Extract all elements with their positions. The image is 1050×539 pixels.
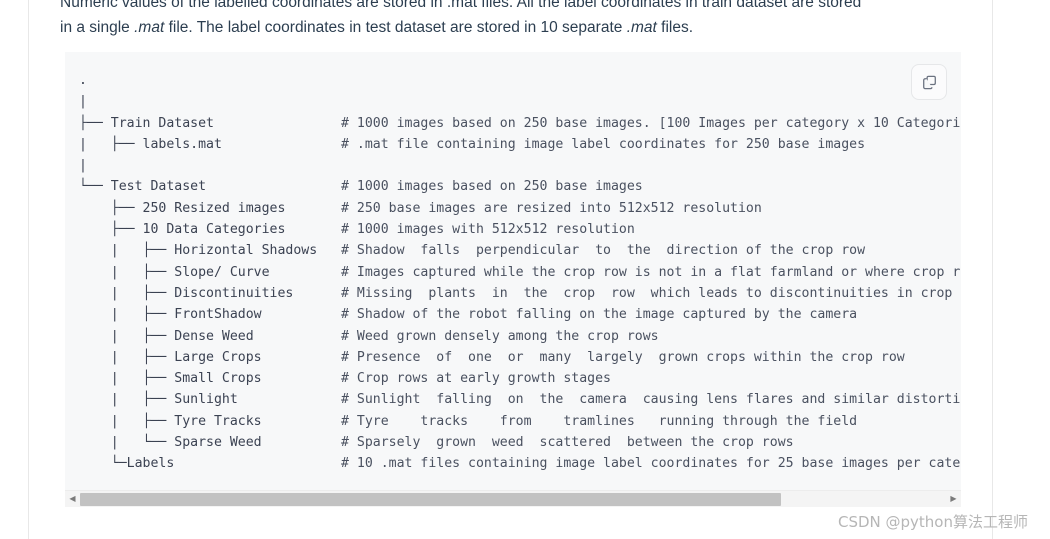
code-line: | ├── labels.mat # .mat file containing …	[79, 134, 961, 155]
code-line-tree: | ├── FrontShadow	[79, 307, 342, 323]
code-line-comment: # Weed grown densely among the crop rows	[341, 328, 659, 344]
code-line: | ├── Small Crops # Crop rows at early g…	[79, 368, 961, 389]
code-line-tree: | ├── Horizontal Shadows	[79, 243, 342, 259]
horizontal-scrollbar[interactable]: ◀ ▶	[65, 490, 961, 507]
scroll-left-arrow[interactable]: ◀	[65, 491, 80, 508]
code-line-tree: | ├── Tyre Tracks	[79, 413, 342, 429]
article-paragraph: Numeric values of the labelled coordinat…	[60, 0, 985, 40]
code-line-tree: | ├── Dense Weed	[79, 328, 342, 344]
code-line: | ├── FrontShadow # Shadow of the robot …	[79, 304, 961, 325]
csdn-watermark: CSDN @python算法工程师	[837, 513, 1028, 531]
code-line: |	[79, 155, 961, 176]
code-line-comment: # Images captured while the crop row is …	[341, 264, 961, 280]
code-line-comment: # Sparsely grown weed scattered between …	[341, 435, 794, 451]
code-line-tree: ├── 10 Data Categories	[79, 222, 342, 238]
code-line-tree: ├── 250 Resized images	[79, 200, 342, 216]
paragraph-line-2: in a single .mat file. The label coordin…	[60, 15, 985, 40]
code-line-comment: # 250 base images are resized into 512x5…	[341, 200, 762, 216]
code-line-tree: | ├── Large Crops	[79, 349, 342, 365]
code-line-tree: └─Labels	[79, 456, 342, 472]
code-line: | ├── Tyre Tracks # Tyre tracks from tra…	[79, 411, 961, 432]
code-line: └── Test Dataset # 1000 images based on …	[79, 176, 961, 197]
code-line-tree: |	[79, 94, 342, 110]
code-line-tree: .	[79, 73, 342, 88]
paragraph-line-2-part-c: files.	[656, 19, 694, 36]
code-line-comment: # 1000 images based on 250 base images. …	[341, 115, 961, 131]
code-line-comment: # Tyre tracks from tramlines running thr…	[341, 413, 858, 429]
code-block: . | ├── Train Dataset # 1000 images base…	[65, 52, 961, 507]
paragraph-line-2-part-a: in a single	[60, 19, 135, 36]
mat-emphasis-1: .mat	[134, 19, 165, 36]
code-line-tree: | ├── labels.mat	[79, 136, 342, 152]
code-line: | └── Sparse Weed # Sparsely grown weed …	[79, 432, 961, 453]
mat-emphasis-2: .mat	[626, 19, 657, 36]
article-left-rule	[28, 0, 29, 539]
code-line-comment: # .mat file containing image label coord…	[341, 136, 866, 152]
code-line-comment: # Missing plants in the crop row which l…	[341, 285, 953, 301]
code-line: ├── 10 Data Categories # 1000 images wit…	[79, 219, 961, 240]
code-line-comment: # 10 .mat files containing image label c…	[341, 456, 961, 472]
code-line-tree: | └── Sparse Weed	[79, 435, 342, 451]
left-gutter	[0, 0, 28, 539]
code-scroll-viewport[interactable]: . | ├── Train Dataset # 1000 images base…	[65, 52, 961, 484]
code-line-tree: |	[79, 158, 342, 174]
code-line-tree: | ├── Sunlight	[79, 392, 342, 408]
code-line: | ├── Slope/ Curve # Images captured whi…	[79, 262, 961, 283]
scrollbar-track[interactable]	[80, 490, 946, 507]
code-line: | ├── Dense Weed # Weed grown densely am…	[79, 326, 961, 347]
code-line: └─Labels # 10 .mat files containing imag…	[79, 453, 961, 474]
code-line-tree: | ├── Slope/ Curve	[79, 264, 342, 280]
code-line-comment: # Shadow falls perpendicular to the dire…	[341, 243, 866, 259]
code-line: |	[79, 91, 961, 112]
copy-icon	[921, 74, 938, 91]
code-line-tree: ├── Train Dataset	[79, 115, 342, 131]
code-line: | ├── Discontinuities # Missing plants i…	[79, 283, 961, 304]
scroll-right-arrow[interactable]: ▶	[946, 491, 961, 508]
code-line-comment: # Crop rows at early growth stages	[341, 371, 611, 387]
paragraph-line-1: Numeric values of the labelled coordinat…	[60, 0, 862, 11]
code-line-comment: # 1000 images based on 250 base images	[341, 179, 643, 195]
code-line-tree: └── Test Dataset	[79, 179, 342, 195]
paragraph-line-2-part-b: file. The label coordinates in test data…	[164, 19, 627, 36]
page-root: Numeric values of the labelled coordinat…	[0, 0, 1050, 539]
code-line: | ├── Sunlight # Sunlight falling on the…	[79, 389, 961, 410]
code-line: | ├── Large Crops # Presence of one or m…	[79, 347, 961, 368]
code-line-comment: # Shadow of the robot falling on the ima…	[341, 307, 858, 323]
code-line-comment: # 1000 images with 512x512 resolution	[341, 222, 635, 238]
code-line-comment: # Sunlight falling on the camera causing…	[341, 392, 961, 408]
right-gutter	[993, 0, 1050, 539]
code-content: . | ├── Train Dataset # 1000 images base…	[65, 52, 961, 475]
code-line: ├── Train Dataset # 1000 images based on…	[79, 113, 961, 134]
code-line-comment: # Presence of one or many largely grown …	[341, 349, 905, 365]
copy-code-button[interactable]	[911, 64, 947, 100]
code-line: .	[79, 70, 961, 91]
code-line-tree: | ├── Discontinuities	[79, 285, 342, 301]
code-line-tree: | ├── Small Crops	[79, 371, 342, 387]
code-line: | ├── Horizontal Shadows # Shadow falls …	[79, 240, 961, 261]
code-line: ├── 250 Resized images # 250 base images…	[79, 198, 961, 219]
scrollbar-thumb[interactable]	[80, 492, 782, 506]
